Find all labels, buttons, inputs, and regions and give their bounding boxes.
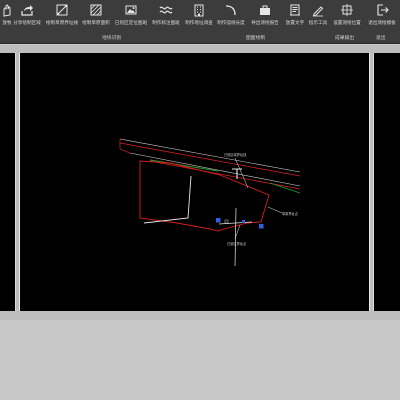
tool-row: 放牧 分享绘制区域 绘制草原界址线 绘制草原面积 已划区定位图斑 制作标注图斑 — [0, 0, 400, 30]
tool-address-survey-label: 制作地址调查 — [185, 21, 213, 26]
road-line-bottom-red — [149, 160, 301, 190]
group-label-output: 成果输出 — [335, 36, 355, 41]
tool-pointer[interactable]: 指示工具 — [306, 1, 330, 29]
tool-exit[interactable]: 退出测绘模板 — [364, 1, 400, 29]
tool-draw-boundary-label: 绘制草原界址线 — [45, 21, 79, 26]
tool-arc-length-label: 制作弧线长度 — [217, 21, 245, 26]
tool-set-position[interactable]: 设置测绘位置 — [330, 1, 364, 29]
tool-share-area-label: 分享绘制区域 — [13, 21, 41, 26]
ribbon-group-labels: 地块识别 图面绘制 成果输出 退出 — [0, 31, 400, 43]
briefcase-icon — [260, 5, 270, 15]
tool-place-text-label: 放置文字 — [285, 21, 305, 26]
boundary-point-4 — [259, 224, 264, 229]
tool-mark-patch-label: 制作标注图斑 — [152, 21, 180, 26]
cad-app-window: 放牧 分享绘制区域 绘制草原界址线 绘制草原面积 已划区定位图斑 制作标注图斑 — [0, 0, 400, 400]
bottom-panel — [0, 320, 400, 400]
document-icon — [290, 4, 300, 16]
annotation-grass-point: 草原界址点 — [282, 211, 299, 216]
parcel-boundary — [139, 160, 270, 232]
tool-export-report[interactable]: 导出测绘报告 — [248, 1, 282, 29]
group-label-exit: 退出 — [376, 36, 386, 41]
tool-draw-boundary[interactable]: 绘制草原界址线 — [43, 1, 81, 29]
image-icon — [125, 5, 137, 15]
tool-share-area[interactable]: 分享绘制区域 — [10, 1, 44, 29]
draw-boundary-icon — [56, 4, 68, 16]
workspace-area: 已划区域界址线 草原界址点 已划区界址点 — [0, 45, 400, 320]
annotation-boundary-line: 已划区域界址线 — [224, 152, 247, 157]
group-label-parcel: 地块识别 — [102, 36, 122, 41]
wave-icon — [159, 6, 173, 14]
tool-exit-label: 退出测绘模板 — [368, 21, 396, 26]
tool-arc-length[interactable]: 制作弧线长度 — [214, 1, 248, 29]
white-line-a — [143, 175, 192, 224]
boundary-point-2 — [224, 219, 229, 224]
annotation-parcel-point: 已划区界址点 — [227, 241, 247, 246]
tool-locate-patch-label: 已划区定位图斑 — [114, 21, 148, 26]
tool-pointer-label: 指示工具 — [308, 21, 328, 26]
road-line-bottom — [129, 152, 301, 187]
white-line-e — [267, 206, 283, 214]
road-green-line — [149, 159, 219, 172]
road-line-top-red — [119, 142, 301, 177]
tool-draw-area-label: 绘制草原面积 — [82, 21, 110, 26]
tool-locate-patch[interactable]: 已划区定位图斑 — [112, 1, 150, 29]
target-icon — [341, 4, 353, 16]
road-line-top — [119, 138, 301, 173]
tool-address-survey[interactable]: 制作地址调查 — [183, 1, 215, 29]
tool-mark-patch[interactable]: 制作标注图斑 — [149, 1, 183, 29]
pen-icon — [312, 6, 324, 17]
boundary-point-3 — [242, 220, 245, 223]
exit-icon — [377, 4, 389, 16]
tool-place-text[interactable]: 放置文字 — [284, 1, 306, 29]
right-side-panel — [373, 53, 400, 311]
left-side-panel — [0, 53, 16, 311]
hatch-area-icon — [90, 4, 102, 16]
building-icon — [194, 4, 204, 17]
drawing-svg: 已划区域界址线 草原界址点 已划区界址点 — [119, 138, 301, 267]
share-icon — [21, 5, 33, 16]
ribbon-toolbar: 放牧 分享绘制区域 绘制草原界址线 绘制草原面积 已划区定位图斑 制作标注图斑 — [0, 0, 400, 44]
tool-draw-area[interactable]: 绘制草原面积 — [79, 1, 113, 29]
group-label-drawing: 图面绘制 — [246, 36, 266, 41]
tool-set-position-label: 设置测绘位置 — [333, 21, 361, 26]
drawing-canvas[interactable]: 已划区域界址线 草原界址点 已划区界址点 — [19, 53, 370, 311]
tool-export-report-label: 导出测绘报告 — [251, 21, 279, 26]
road-end-left — [119, 139, 131, 154]
arc-icon — [225, 5, 236, 16]
boundary-point-1 — [216, 218, 221, 223]
